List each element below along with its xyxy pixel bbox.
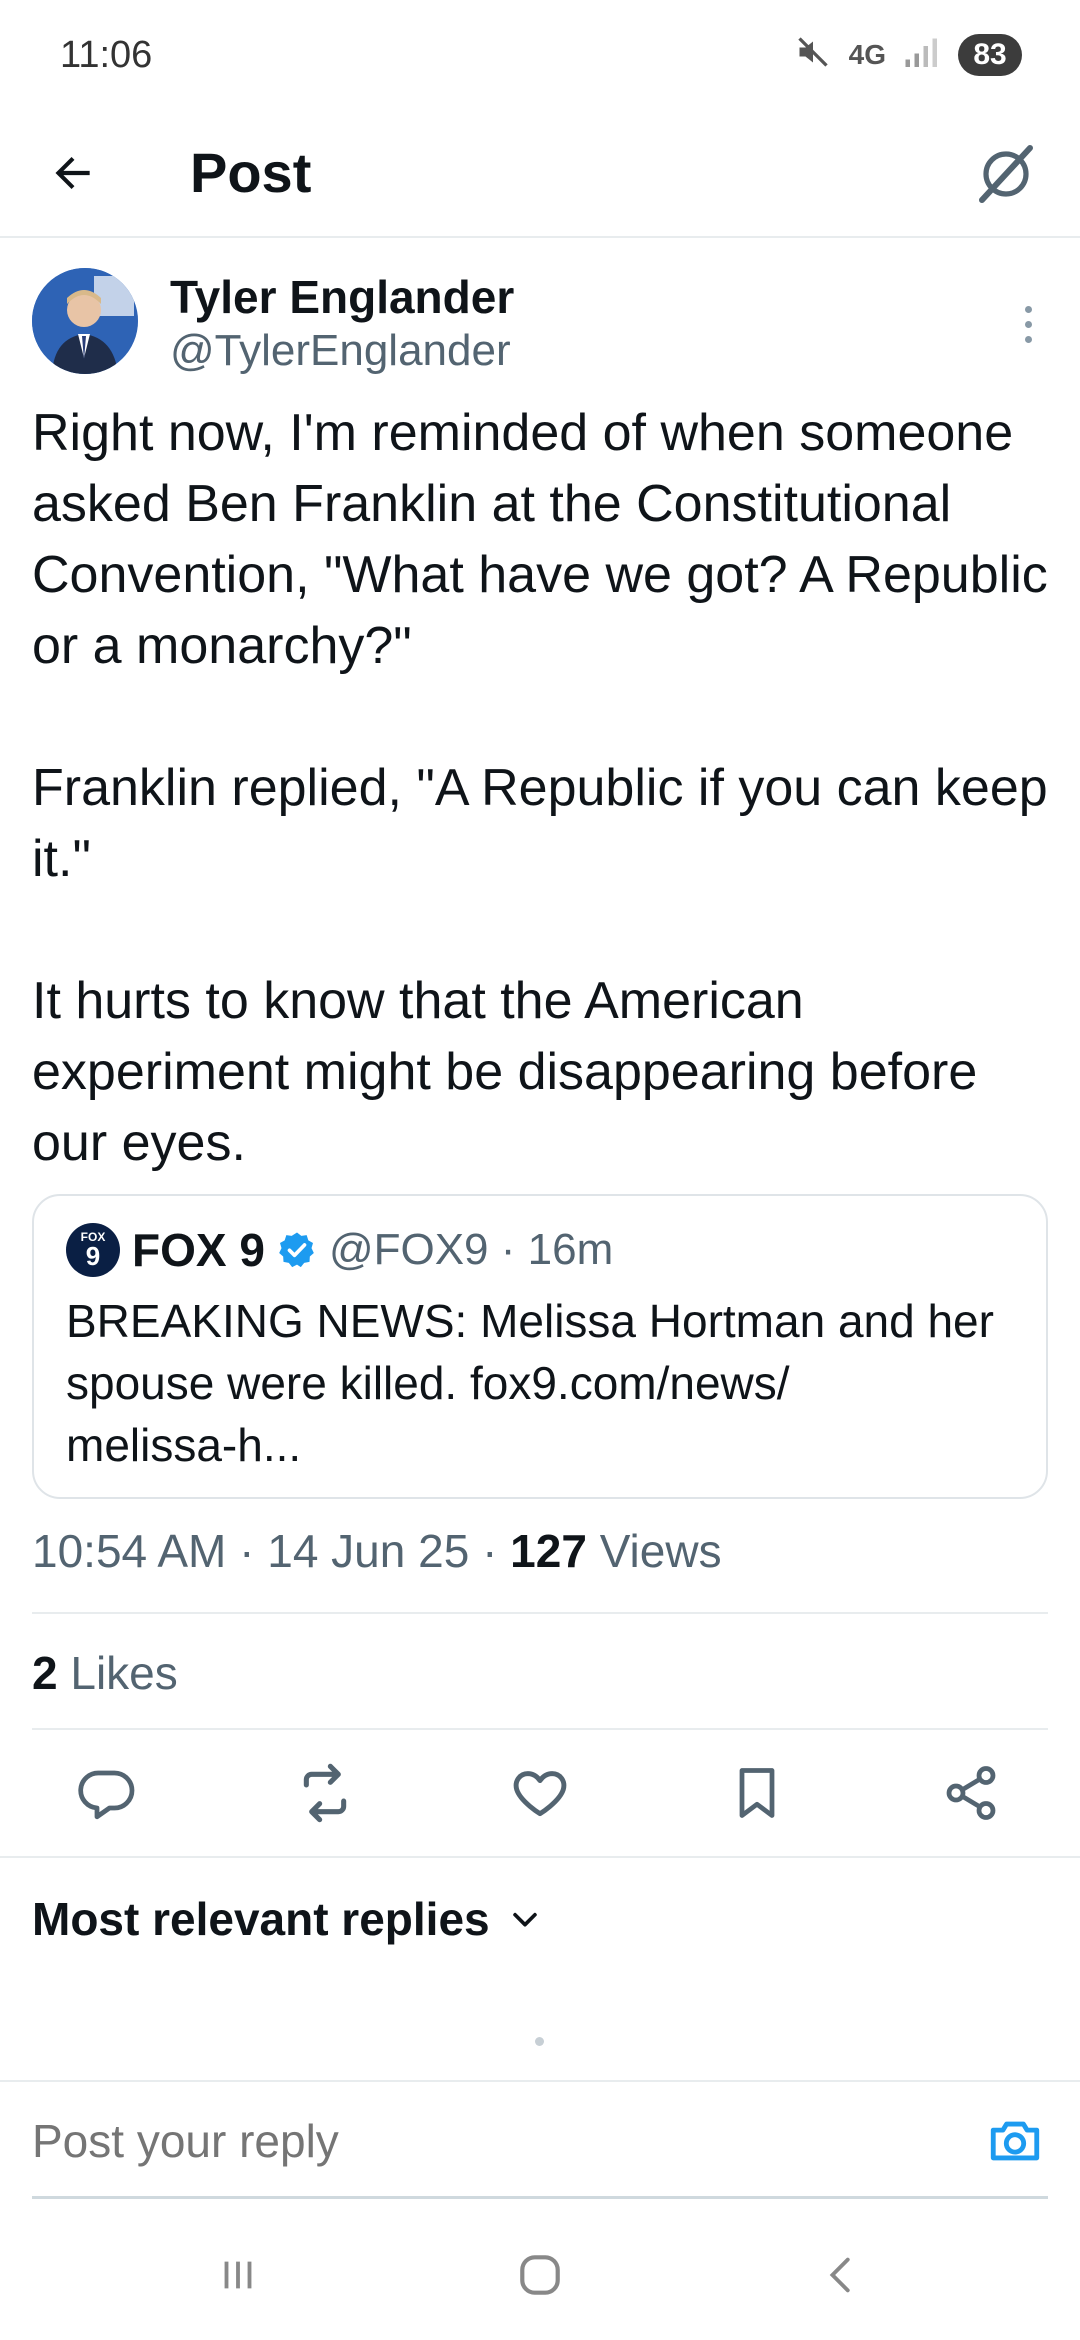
section-divider [0,1856,1080,1858]
section-divider [0,2080,1080,2082]
views-count[interactable]: 127 [510,1525,587,1577]
bookmark-button[interactable] [722,1758,792,1828]
reply-underline [32,2196,1048,2199]
grok-icon [979,145,1033,203]
recent-apps-icon [224,2261,252,2289]
back-button[interactable] [42,142,104,204]
views-label: Views [586,1525,722,1577]
likes-row[interactable]: 2 Likes [32,1646,178,1700]
home-button[interactable] [500,2240,580,2310]
system-nav-bar [0,2210,1080,2340]
grok-button[interactable] [968,136,1044,212]
bookmark-icon [739,1768,775,1818]
author-handle[interactable]: @TylerEnglander [170,326,511,376]
divider [32,1612,1048,1614]
author-row[interactable]: Tyler Englander @TylerEnglander [32,268,1048,378]
loading-indicator [535,2037,544,2046]
camera-button[interactable] [982,2108,1048,2174]
network-label: 4G [848,39,886,70]
status-time: 11:06 [60,33,153,76]
action-bar [0,1730,1080,1854]
quoted-post-text: BREAKING NEWS: Melissa Hortman and her s… [66,1295,994,1471]
replies-sort-dropdown[interactable]: Most relevant replies [32,1884,542,1954]
battery-indicator: 83 [958,34,1022,76]
repost-icon [303,1763,347,1823]
post-timestamp: 10:54 AM · 14 Jun 25 · [32,1525,511,1577]
mute-icon [795,34,831,77]
reply-button[interactable] [72,1758,142,1828]
verified-badge-icon [279,1232,314,1268]
home-icon [520,2255,560,2295]
replies-sort-label: Most relevant replies [32,1893,490,1945]
author-name[interactable]: Tyler Englander [170,270,514,324]
heart-icon [513,1771,567,1817]
like-button[interactable] [505,1758,575,1828]
quoted-post-header: FOX 9 FOX 9 @FOX9 · 16m [66,1222,613,1278]
signal-icon [904,36,940,75]
camera-icon [990,2121,1040,2161]
page-title: Post [190,141,312,204]
repost-button[interactable] [290,1758,360,1828]
share-icon [946,1766,996,1820]
arrow-left-icon [55,156,90,190]
dot [1024,320,1032,328]
app-bar: Post [0,110,1080,238]
quoted-author-name: FOX 9 [132,1224,265,1276]
quoted-handle-time: @FOX9 · 16m [328,1225,614,1274]
status-bar: 11:06 4G 83 [0,0,1080,110]
status-icons: 4G 83 [795,34,1022,77]
chevron-down-icon [512,1912,537,1927]
avatar[interactable] [32,268,138,374]
dot [1024,305,1032,313]
system-back-button[interactable] [802,2240,882,2310]
recent-apps-button[interactable] [198,2240,278,2310]
quoted-post-card[interactable]: FOX 9 FOX 9 @FOX9 · 16m BREAKING NEWS: M… [32,1194,1048,1499]
post-text: Right now, I'm reminded of when someone … [32,404,1048,1172]
likes-label: Likes [57,1647,178,1699]
reply-icon [78,1770,135,1820]
post-meta: 10:54 AM · 14 Jun 25 · 127 Views [32,1524,722,1578]
likes-count: 2 [32,1647,58,1699]
reply-composer [0,2086,1080,2199]
logo-number: 9 [85,1241,101,1271]
chevron-left-icon [829,2257,850,2293]
reply-input[interactable] [32,2106,932,2176]
more-options-button[interactable] [1008,294,1048,354]
fox9-logo: FOX 9 [66,1223,120,1277]
share-button[interactable] [936,1758,1006,1828]
dot [1024,335,1032,343]
